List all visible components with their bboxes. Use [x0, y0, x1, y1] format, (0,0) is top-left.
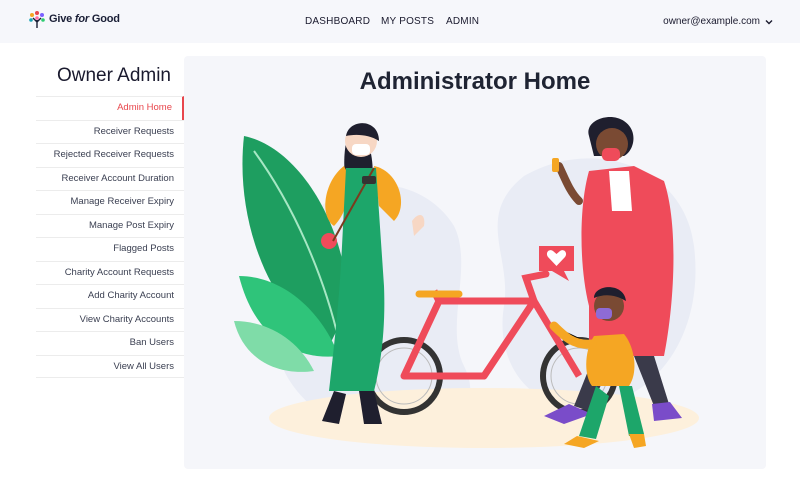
- nav-my-posts[interactable]: MY POSTS: [381, 16, 434, 27]
- nav-dashboard[interactable]: DASHBOARD: [305, 16, 370, 27]
- sidebar-item-rejected-receiver-requests[interactable]: Rejected Receiver Requests: [36, 143, 184, 167]
- sidebar-item-charity-account-requests[interactable]: Charity Account Requests: [36, 260, 184, 285]
- main-panel: Administrator Home: [184, 56, 766, 469]
- sidebar-title: Owner Admin: [56, 65, 171, 86]
- sidebar-item-view-all-users[interactable]: View All Users: [36, 354, 184, 378]
- account-menu[interactable]: owner@example.com: [663, 16, 773, 27]
- sidebar-item-view-charity-accounts[interactable]: View Charity Accounts: [36, 307, 184, 332]
- sidebar-item-receiver-account-duration[interactable]: Receiver Account Duration: [36, 166, 184, 191]
- sidebar-item-manage-post-expiry[interactable]: Manage Post Expiry: [36, 213, 184, 238]
- nav-admin[interactable]: ADMIN: [446, 16, 479, 27]
- account-email: owner@example.com: [663, 16, 760, 27]
- sidebar-item-add-charity-account[interactable]: Add Charity Account: [36, 284, 184, 308]
- chevron-down-icon: [765, 19, 773, 24]
- sidebar-item-ban-users[interactable]: Ban Users: [36, 331, 184, 355]
- top-navbar: Give for Good DASHBOARD MY POSTS ADMIN o…: [0, 0, 800, 43]
- page-title: Administrator Home: [359, 68, 591, 95]
- sidebar-item-manage-receiver-expiry[interactable]: Manage Receiver Expiry: [36, 190, 184, 214]
- sidebar-item-flagged-posts[interactable]: Flagged Posts: [36, 237, 184, 261]
- admin-sidebar: Owner Admin Admin Home Receiver Requests…: [36, 62, 184, 378]
- sidebar-item-receiver-requests[interactable]: Receiver Requests: [36, 119, 184, 144]
- sidebar-menu: Admin Home Receiver Requests Rejected Re…: [36, 96, 184, 378]
- sidebar-item-admin-home[interactable]: Admin Home: [36, 96, 184, 120]
- people-with-bicycle-illustration: [234, 116, 699, 448]
